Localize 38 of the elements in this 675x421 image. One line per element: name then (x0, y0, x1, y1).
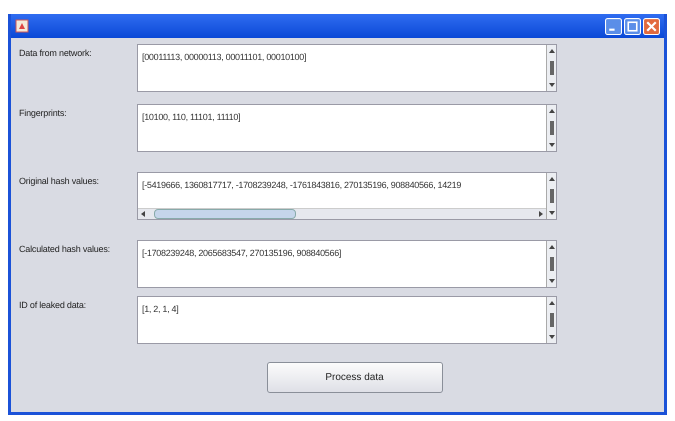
vertical-scrollbar[interactable] (546, 45, 556, 91)
field-label: Original hash values: (19, 175, 100, 186)
scroll-up-icon[interactable] (548, 244, 554, 250)
vertical-scrollbar[interactable] (546, 173, 556, 219)
minimize-button[interactable] (605, 18, 622, 34)
text-area[interactable]: [10100, 110, 11101, 11110] (137, 104, 557, 152)
app-icon (15, 19, 29, 33)
scroll-down-icon[interactable] (548, 334, 554, 340)
vertical-scrollbar[interactable] (546, 297, 556, 343)
process-button[interactable]: Process data (266, 362, 442, 393)
scroll-down-icon[interactable] (548, 82, 554, 88)
text-area[interactable]: [00011113, 00000113, 00011101, 00010100] (137, 44, 557, 92)
scroll-up-icon[interactable] (548, 176, 554, 182)
text-value: [-5419666, 1360817717, -1708239248, -1761843816, 270135196, 908840566, 14219 (141, 179, 462, 192)
scroll-up-icon[interactable] (548, 48, 554, 54)
field-label: Data from network: (19, 47, 92, 58)
vertical-scrollbar[interactable] (546, 105, 556, 151)
text-value: [1, 2, 1, 4] (141, 303, 180, 316)
horizontal-scrollbar[interactable] (138, 208, 546, 219)
field-label: ID of leaked data: (19, 299, 87, 310)
scroll-down-icon[interactable] (548, 142, 554, 148)
field-label: Fingerprints: (19, 107, 68, 118)
maximize-button[interactable] (624, 18, 641, 34)
scroll-left-icon[interactable] (140, 211, 146, 217)
scroll-right-icon[interactable] (538, 211, 544, 217)
field-label: Calculated hash values: (19, 243, 111, 254)
text-value: [-1708239248, 2065683547, 270135196, 908840566] (141, 247, 342, 260)
text-value: [00011113, 00000113, 00011101, 00010100] (141, 51, 308, 64)
vertical-scrollbar[interactable] (546, 241, 556, 287)
text-value: [10100, 110, 11101, 11110] (141, 111, 242, 124)
scroll-down-icon[interactable] (548, 278, 554, 284)
text-area[interactable]: [-1708239248, 2065683547, 270135196, 908840566] (137, 240, 557, 288)
scroll-up-icon[interactable] (548, 300, 554, 306)
text-area[interactable]: [1, 2, 1, 4] (137, 296, 557, 344)
close-button[interactable] (643, 18, 660, 34)
text-area[interactable]: [-5419666, 1360817717, -1708239248, -1761843816, 270135196, 908840566, 14219 (137, 172, 557, 220)
scroll-up-icon[interactable] (548, 108, 554, 114)
scroll-down-icon[interactable] (548, 210, 554, 216)
